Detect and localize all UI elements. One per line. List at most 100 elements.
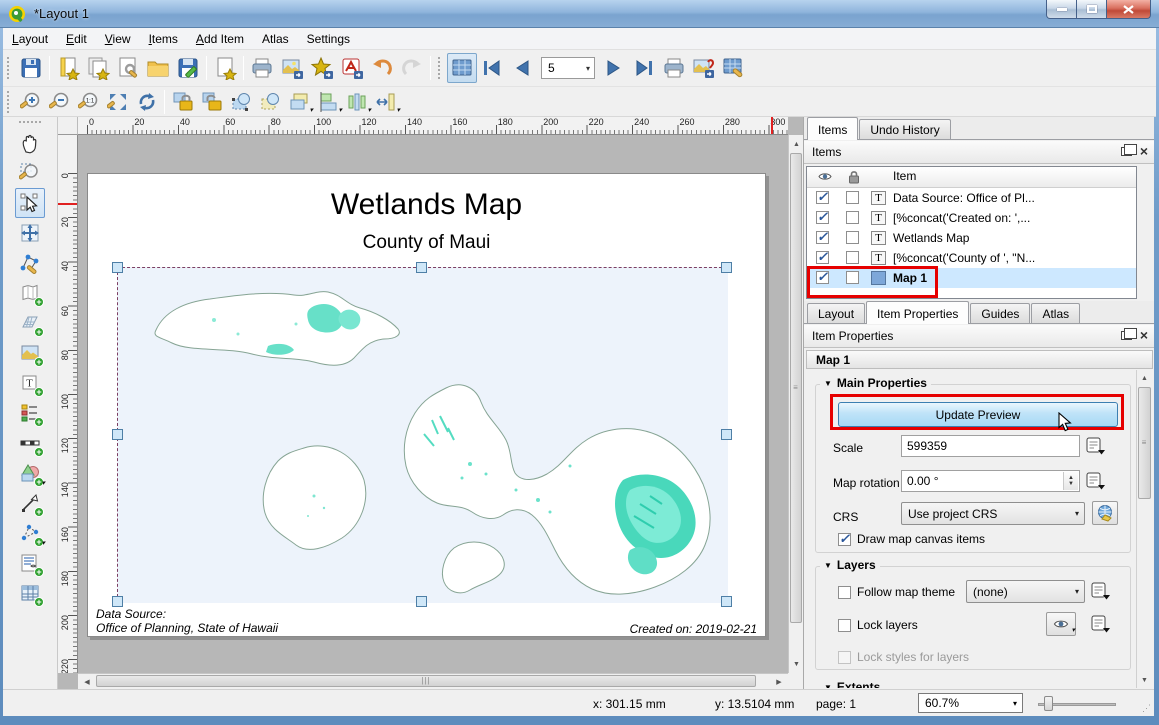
scroll-down-button[interactable]: ▼: [1137, 673, 1152, 687]
menu-item[interactable]: Layout: [3, 29, 57, 49]
duplicate-layout-button[interactable]: [83, 53, 113, 83]
item-lock-checkbox[interactable]: [846, 191, 859, 204]
toolbar-grip[interactable]: [7, 91, 12, 113]
zoom-tool-button[interactable]: [15, 158, 45, 188]
zoom-level-combo[interactable]: 60.7% ▾: [918, 693, 1023, 713]
distribute-items-button[interactable]: ▾: [342, 89, 371, 115]
tab-undo-history[interactable]: Undo History: [859, 119, 950, 139]
new-layout-button[interactable]: [53, 53, 83, 83]
selection-handle[interactable]: [112, 429, 123, 440]
tab-atlas[interactable]: Atlas: [1031, 303, 1080, 323]
atlas-next-button[interactable]: [599, 53, 629, 83]
close-panel-icon[interactable]: ×: [1140, 145, 1148, 157]
scroll-left-button[interactable]: ◀: [80, 674, 94, 689]
map-item[interactable]: [117, 267, 727, 602]
export-pdf-button[interactable]: [337, 53, 367, 83]
canvas-vertical-scrollbar[interactable]: ▲ ≡ ▼: [788, 135, 803, 673]
close-panel-icon[interactable]: ×: [1140, 329, 1148, 341]
lock-layers-checkbox[interactable]: Lock layers: [838, 618, 918, 632]
scroll-right-button[interactable]: ▶: [772, 674, 786, 689]
zoom-in-button[interactable]: [16, 89, 45, 115]
table-row[interactable]: ✓ Data Source: Office of Pl...: [807, 188, 1136, 208]
scale-input[interactable]: 599359: [901, 435, 1080, 457]
extents-group-label[interactable]: ▼ Extents: [820, 680, 884, 688]
float-panel-icon[interactable]: [1121, 331, 1132, 340]
item-visibility-checkbox[interactable]: ✓: [816, 271, 829, 284]
print-button[interactable]: [247, 53, 277, 83]
add-picture-button[interactable]: [15, 338, 45, 368]
layout-manager-button[interactable]: [113, 53, 143, 83]
canvas-horizontal-sc rollbar[interactable]: ◀ ||| ▶: [78, 673, 788, 689]
menu-item[interactable]: Items: [140, 29, 187, 49]
add-label-button[interactable]: T: [15, 368, 45, 398]
add-3d-map-button[interactable]: [15, 308, 45, 338]
layers-group-label[interactable]: ▼ Layers: [820, 558, 880, 572]
item-label[interactable]: Data Source: Office of Pl...: [893, 191, 1035, 205]
menu-item[interactable]: Edit: [57, 29, 96, 49]
data-defined-override-button[interactable]: [1089, 614, 1113, 634]
scroll-down-button[interactable]: ▼: [789, 657, 804, 671]
resize-grip[interactable]: ⋰: [1142, 703, 1152, 714]
properties-scrollbar[interactable]: ▲ ≡ ▼: [1136, 370, 1152, 688]
add-map-button[interactable]: [15, 278, 45, 308]
spinner-buttons[interactable]: ▲▼: [1063, 472, 1078, 490]
align-items-button[interactable]: ▾: [313, 89, 342, 115]
table-row[interactable]: ✓ [%concat('Created on: ',...: [807, 208, 1136, 228]
open-template-button[interactable]: [143, 53, 173, 83]
print-atlas-button[interactable]: [659, 53, 689, 83]
crs-picker-button[interactable]: [1092, 501, 1118, 525]
item-label[interactable]: Wetlands Map: [893, 231, 969, 245]
resize-items-button[interactable]: ▾: [371, 89, 400, 115]
main-properties-group-label[interactable]: ▼ Main Properties: [820, 376, 931, 390]
atlas-last-button[interactable]: [629, 53, 659, 83]
tab-item-properties[interactable]: Item Properties: [866, 301, 969, 324]
selection-handle[interactable]: [112, 262, 123, 273]
raise-items-button[interactable]: ▾: [284, 89, 313, 115]
item-label[interactable]: [%concat('County of ', "N...: [893, 251, 1035, 265]
deselect-all-button[interactable]: [255, 89, 284, 115]
redo-button[interactable]: [397, 53, 427, 83]
layer-visibility-preset-button[interactable]: ▾: [1046, 612, 1076, 636]
lock-items-button[interactable]: [168, 89, 197, 115]
menu-item[interactable]: Atlas: [253, 29, 298, 49]
table-row[interactable]: ✓ Map 1: [807, 268, 1136, 288]
item-visibility-checkbox[interactable]: ✓: [816, 231, 829, 244]
selection-handle[interactable]: [721, 262, 732, 273]
layout-page[interactable]: Wetlands Map County of Maui: [87, 173, 766, 637]
save-as-template-button[interactable]: [173, 53, 203, 83]
draw-map-canvas-items-checkbox[interactable]: ✓ Draw map canvas items: [838, 532, 985, 546]
item-lock-checkbox[interactable]: [846, 251, 859, 264]
map-theme-dropdown[interactable]: (none) ▾: [966, 580, 1085, 603]
refresh-button[interactable]: [132, 89, 161, 115]
zoom-full-button[interactable]: [103, 89, 132, 115]
menu-item[interactable]: View: [96, 29, 140, 49]
selection-handle[interactable]: [721, 596, 732, 607]
table-row[interactable]: ✓ [%concat('County of ', "N...: [807, 248, 1136, 268]
zoom-actual-button[interactable]: 1:1: [74, 89, 103, 115]
layout-canvas[interactable]: 0204060801001201401601802002202402602803…: [58, 117, 803, 689]
created-on-label[interactable]: Created on: 2019-02-21: [630, 622, 757, 636]
zoom-out-button[interactable]: [45, 89, 74, 115]
add-node-item-button[interactable]: ▾: [15, 518, 45, 548]
select-move-item-tool-button[interactable]: [15, 188, 45, 218]
add-html-button[interactable]: [15, 548, 45, 578]
menu-item[interactable]: Add Item: [187, 29, 253, 49]
map-subtitle-label[interactable]: County of Maui: [88, 232, 765, 254]
item-label[interactable]: [%concat('Created on: ',...: [893, 211, 1030, 225]
data-defined-override-button[interactable]: [1089, 581, 1113, 601]
scrollbar-thumb[interactable]: ≡: [1138, 387, 1151, 499]
unlock-all-button[interactable]: [197, 89, 226, 115]
pan-tool-button[interactable]: [15, 128, 45, 158]
scroll-up-button[interactable]: ▲: [1137, 371, 1152, 385]
export-atlas-button[interactable]: [689, 53, 719, 83]
undo-button[interactable]: [367, 53, 397, 83]
toolbar-grip[interactable]: [438, 57, 443, 79]
toolbar-grip[interactable]: [7, 57, 12, 79]
add-items-from-template-button[interactable]: [210, 53, 240, 83]
add-scalebar-button[interactable]: [15, 428, 45, 458]
item-lock-checkbox[interactable]: [846, 271, 859, 284]
add-arrow-button[interactable]: [15, 488, 45, 518]
atlas-page-combo[interactable]: 5▾: [541, 57, 595, 79]
item-visibility-checkbox[interactable]: ✓: [816, 251, 829, 264]
item-lock-checkbox[interactable]: [846, 211, 859, 224]
